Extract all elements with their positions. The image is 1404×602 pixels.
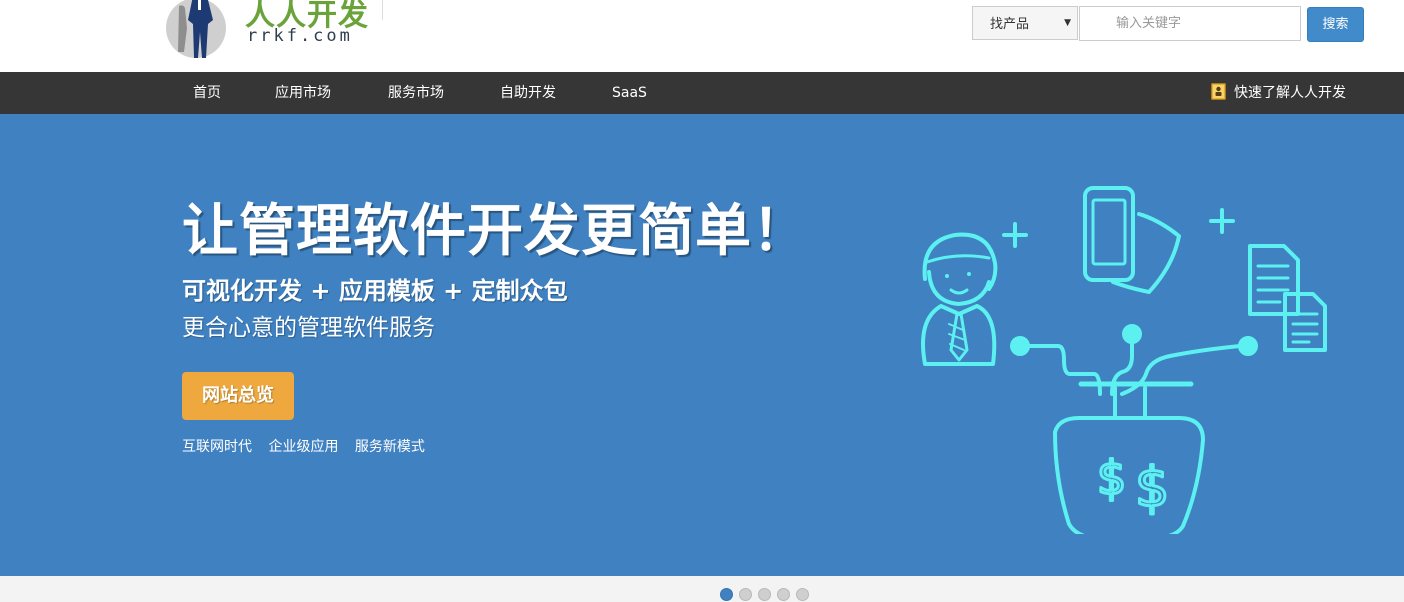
hero-title: 让管理软件开发更简单！ bbox=[182, 199, 809, 264]
carousel-dot[interactable] bbox=[777, 588, 790, 601]
search-category-select[interactable]: 找产品 ▼ bbox=[972, 6, 1078, 40]
book-icon bbox=[1211, 83, 1226, 100]
site-overview-button[interactable]: 网站总览 bbox=[182, 372, 294, 420]
hero-tag: 企业级应用 bbox=[268, 439, 339, 455]
quick-intro-label: 快速了解人人开发 bbox=[1234, 85, 1346, 101]
developer-device-money-illustration-icon: $ $ bbox=[921, 186, 1327, 534]
hero-tag: 服务新模式 bbox=[354, 439, 425, 455]
nav-item-service-market[interactable]: 服务市场 bbox=[388, 72, 444, 114]
search-button[interactable]: 搜索 bbox=[1307, 7, 1364, 42]
nav-item-home[interactable]: 首页 bbox=[193, 72, 221, 114]
hero-subtitle: 可视化开发 + 应用模板 + 定制众包 bbox=[182, 277, 568, 305]
hero-tags: 互联网时代 企业级应用 服务新模式 bbox=[182, 436, 437, 456]
hero-banner: 让管理软件开发更简单！ 可视化开发 + 应用模板 + 定制众包 更合心意的管理软… bbox=[0, 114, 1404, 576]
nav-item-app-market[interactable]: 应用市场 bbox=[275, 72, 331, 114]
person-silhouette-logo-icon bbox=[166, 0, 226, 58]
caret-down-icon: ▼ bbox=[1064, 18, 1071, 28]
carousel-dot[interactable] bbox=[796, 588, 809, 601]
svg-text:$: $ bbox=[1135, 456, 1169, 519]
hero-tag: 互联网时代 bbox=[182, 439, 252, 455]
carousel-dot[interactable] bbox=[739, 588, 752, 601]
logo-divider bbox=[382, 0, 383, 20]
logo-text-domain: rrkf.com bbox=[247, 26, 353, 46]
svg-text:$: $ bbox=[1097, 451, 1126, 505]
site-header: 人人开发 rrkf.com 找产品 ▼ 搜索 bbox=[0, 0, 1404, 72]
search-category-label: 找产品 bbox=[990, 17, 1030, 32]
hero-subtitle-secondary: 更合心意的管理软件服务 bbox=[182, 315, 435, 341]
site-logo[interactable]: 人人开发 rrkf.com bbox=[165, 0, 395, 64]
search-input[interactable] bbox=[1079, 6, 1301, 41]
nav-item-saas[interactable]: SaaS bbox=[612, 72, 647, 114]
main-nav: 首页 应用市场 服务市场 自助开发 SaaS 快速了解人人开发 bbox=[0, 72, 1404, 114]
carousel-dot[interactable] bbox=[720, 588, 733, 601]
quick-intro-link[interactable]: 快速了解人人开发 bbox=[1211, 72, 1346, 114]
nav-item-self-dev[interactable]: 自助开发 bbox=[500, 72, 556, 114]
carousel-dot[interactable] bbox=[758, 588, 771, 601]
